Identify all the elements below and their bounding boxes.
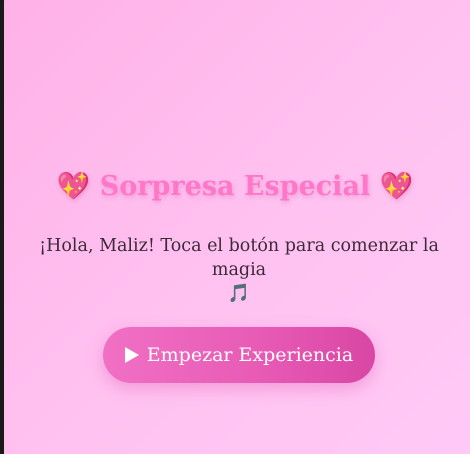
start-button-label: Empezar Experiencia: [146, 344, 354, 366]
greeting-message: ¡Hola, Maliz! Toca el botón para comenza…: [39, 236, 439, 280]
music-note-icon: 🎵: [227, 283, 251, 304]
start-experience-button[interactable]: Empezar Experiencia: [103, 327, 375, 383]
window-edge: [0, 0, 4, 454]
play-icon: [124, 347, 139, 363]
page-title: 💖 Sorpresa Especial 💖: [56, 171, 414, 202]
greeting-text: ¡Hola, Maliz! Toca el botón para comenza…: [8, 234, 470, 306]
